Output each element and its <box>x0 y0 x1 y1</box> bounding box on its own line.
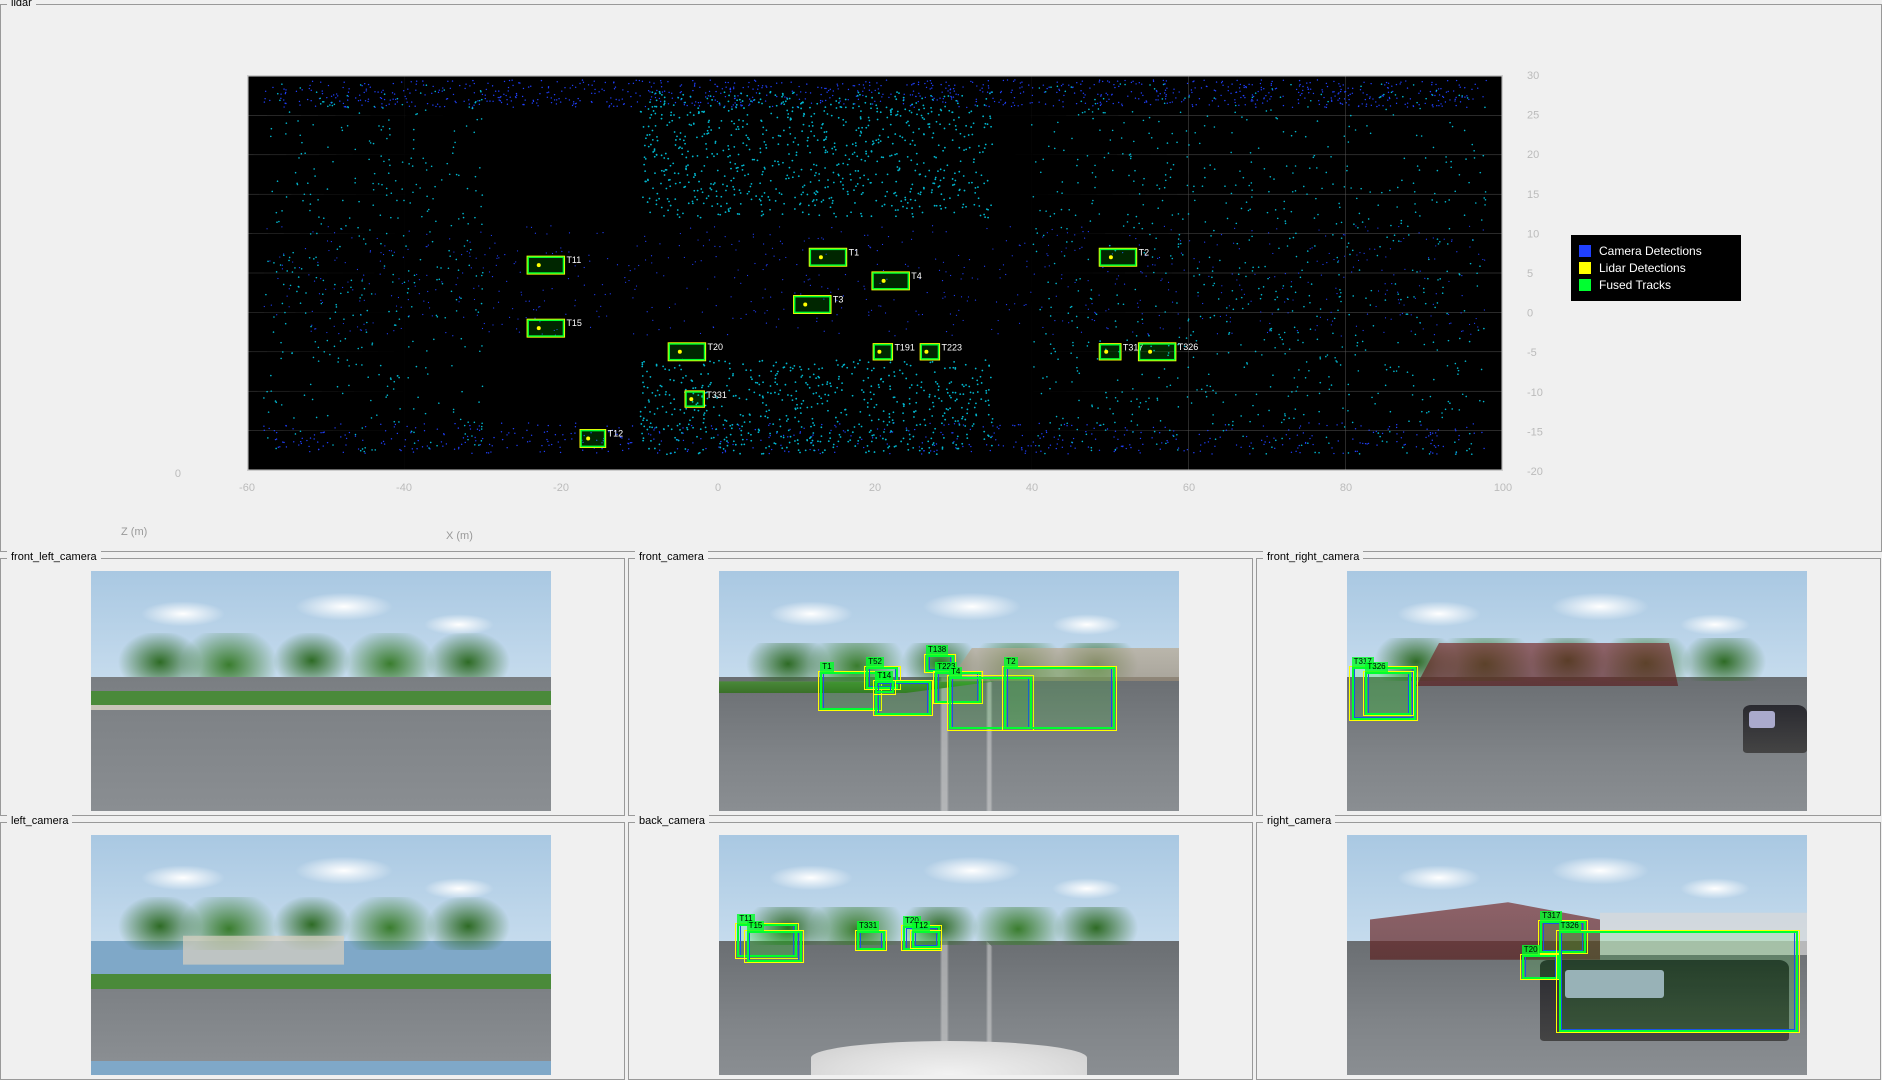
track-label: T12 <box>912 921 930 931</box>
track-bbox[interactable] <box>857 931 885 950</box>
svg-text:T4: T4 <box>911 271 921 281</box>
svg-text:T2: T2 <box>1139 247 1149 257</box>
legend: Camera Detections Lidar Detections Fused… <box>1571 235 1741 301</box>
track-label: T326 <box>1365 662 1387 672</box>
front-camera-panel: front_camera T1T52T3T138T14T223T4T2 <box>628 558 1253 816</box>
svg-text:100: 100 <box>1494 482 1512 494</box>
svg-text:T12: T12 <box>608 429 623 439</box>
track-label: T15 <box>747 921 765 931</box>
track-label: T317 <box>1540 911 1562 921</box>
track-bbox[interactable] <box>1365 672 1411 715</box>
front-right-camera-view[interactable]: T317T326 <box>1347 571 1807 811</box>
track-label: T138 <box>926 645 948 655</box>
svg-text:-10: -10 <box>1527 387 1543 399</box>
right-camera-view[interactable]: T317 T20 T326 <box>1347 835 1807 1075</box>
front-camera-view[interactable]: T1T52T3T138T14T223T4T2 <box>719 571 1179 811</box>
front-camera-title: front_camera <box>635 551 708 563</box>
svg-text:T326: T326 <box>1178 342 1198 352</box>
svg-text:-20: -20 <box>1527 466 1543 478</box>
lidar-plot[interactable]: T11T15T20T12T1T3T4T191T223T331T2T317T326 <box>247 75 1503 471</box>
svg-text:5: 5 <box>1527 268 1533 280</box>
svg-text:20: 20 <box>869 482 881 494</box>
svg-text:T1: T1 <box>849 247 859 257</box>
legend-swatch-camera <box>1579 245 1591 257</box>
track-label: T326 <box>1559 921 1581 931</box>
right-camera-panel: right_camera T317T20T326 <box>1256 822 1881 1080</box>
svg-text:T11: T11 <box>566 255 581 265</box>
track-bbox[interactable] <box>875 681 893 693</box>
front-left-camera-view[interactable] <box>91 571 551 811</box>
svg-text:0: 0 <box>1527 308 1533 320</box>
svg-text:-40: -40 <box>396 482 412 494</box>
svg-text:30: 30 <box>1527 70 1539 82</box>
legend-label-camera: Camera Detections <box>1599 244 1702 258</box>
svg-text:T191: T191 <box>894 343 914 353</box>
track-bbox[interactable] <box>747 931 802 962</box>
svg-text:10: 10 <box>1527 228 1539 240</box>
svg-text:-5: -5 <box>1527 347 1537 359</box>
left-camera-panel: left_camera <box>0 822 625 1080</box>
svg-text:15: 15 <box>1527 189 1539 201</box>
svg-text:80: 80 <box>1340 482 1352 494</box>
lidar-panel: lidar T11T15T20T12T1T3T4T191T223T331T2T3… <box>0 4 1882 552</box>
svg-text:T223: T223 <box>941 343 961 353</box>
track-label: T4 <box>949 667 962 677</box>
svg-text:-60: -60 <box>239 482 255 494</box>
svg-text:40: 40 <box>1026 482 1038 494</box>
x-axis-label: X (m) <box>446 530 473 542</box>
front-left-camera-title: front_left_camera <box>7 551 101 563</box>
svg-text:20: 20 <box>1527 149 1539 161</box>
z-axis-label: Z (m) <box>121 526 147 538</box>
svg-text:T20: T20 <box>708 342 723 352</box>
track-label: T331 <box>857 921 879 931</box>
legend-item-camera: Camera Detections <box>1579 244 1733 258</box>
svg-text:T15: T15 <box>566 318 581 328</box>
track-bbox[interactable] <box>1559 931 1798 1032</box>
svg-text:60: 60 <box>1183 482 1195 494</box>
legend-label-fused: Fused Tracks <box>1599 278 1671 292</box>
right-camera-title: right_camera <box>1263 815 1335 827</box>
svg-text:T331: T331 <box>706 390 726 400</box>
svg-text:0: 0 <box>715 482 721 494</box>
track-label: T14 <box>875 671 893 681</box>
front-right-camera-panel: front_right_camera T317T326 <box>1256 558 1881 816</box>
svg-text:0: 0 <box>175 468 181 480</box>
track-bbox[interactable] <box>912 931 940 948</box>
legend-swatch-lidar <box>1579 262 1591 274</box>
track-label: T2 <box>1004 657 1017 667</box>
svg-text:T3: T3 <box>833 295 843 305</box>
track-bbox[interactable] <box>1522 955 1559 979</box>
legend-item-lidar: Lidar Detections <box>1579 261 1733 275</box>
svg-text:-15: -15 <box>1527 426 1543 438</box>
left-camera-title: left_camera <box>7 815 72 827</box>
lidar-panel-title: lidar <box>7 0 36 9</box>
left-camera-view[interactable] <box>91 835 551 1075</box>
legend-label-lidar: Lidar Detections <box>1599 261 1686 275</box>
svg-text:-20: -20 <box>553 482 569 494</box>
back-camera-title: back_camera <box>635 815 709 827</box>
track-label: T52 <box>866 657 884 667</box>
back-camera-view[interactable]: T11T15T331T20T12 <box>719 835 1179 1075</box>
track-label: T1 <box>820 662 833 672</box>
back-camera-panel: back_camera T11T15T331T20T12 <box>628 822 1253 1080</box>
svg-text:25: 25 <box>1527 110 1539 122</box>
legend-swatch-fused <box>1579 279 1591 291</box>
track-label: T20 <box>1522 945 1540 955</box>
front-left-camera-panel: front_left_camera <box>0 558 625 816</box>
front-right-camera-title: front_right_camera <box>1263 551 1363 563</box>
track-bbox[interactable] <box>1004 667 1114 729</box>
legend-item-fused: Fused Tracks <box>1579 278 1733 292</box>
